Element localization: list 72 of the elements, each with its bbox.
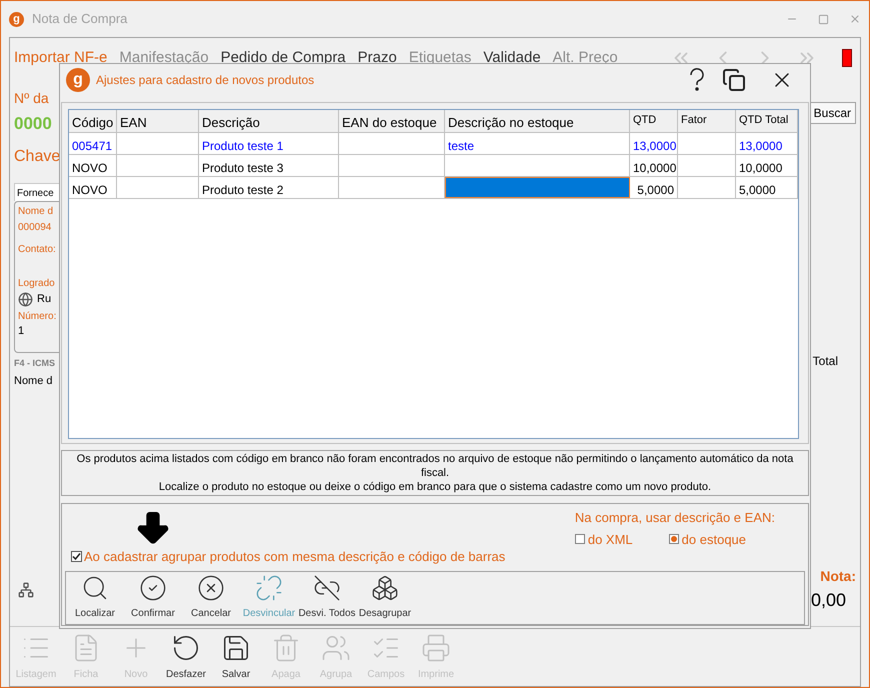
action-button[interactable]: Confirmar (124, 574, 182, 621)
check-icon (72, 552, 81, 562)
save-icon (221, 633, 251, 663)
column-header[interactable]: Código (69, 110, 117, 132)
table-cell: NOVO (69, 155, 117, 176)
table-cell: 5,0000 (736, 177, 798, 198)
toolbar-button[interactable]: Desfazer (162, 633, 210, 682)
toolbar-button[interactable]: Salvar (212, 633, 260, 682)
column-header[interactable]: QTD (630, 110, 678, 132)
total-value: 0,00 (810, 589, 846, 612)
option-label: Na compra, usar descrição e EAN: (574, 509, 775, 527)
section-title: F4 - ICMS (14, 356, 56, 370)
network-icon[interactable] (18, 582, 34, 598)
action-button[interactable]: Localizar (66, 574, 124, 621)
check-icon (139, 574, 167, 602)
table-cell: Produto teste 2 (199, 177, 339, 198)
action-button[interactable]: Desvi. Todos (298, 574, 356, 621)
info-message: Os produtos acima listados com código em branco não foram encontrados no arquivo de estoque não permitindo o lançamento automático da nota fiscal. Localize o produto no estoque ou deixe o código em branco para que o sistema cadastre como um novo produto. (76, 452, 794, 494)
status-indicator (842, 49, 852, 67)
column-header: Total (812, 353, 839, 370)
search-button[interactable]: Buscar (808, 102, 856, 124)
table-cell: 005471 (69, 133, 117, 154)
field-value: 1 (18, 324, 26, 336)
field-value: Ru (37, 293, 52, 305)
table-cell: 10,0000 (736, 155, 798, 176)
field-label: Número: (18, 310, 58, 322)
users-icon (321, 633, 351, 663)
column-header[interactable]: Descrição (199, 110, 339, 132)
field-label: Nº da (14, 89, 50, 108)
dialog-title: Ajustes para cadastro de novos produtos (96, 72, 314, 89)
table-cell: 13,0000 (630, 133, 678, 154)
table-cell: 13,0000 (736, 133, 798, 154)
field-label: Logrado (18, 278, 56, 290)
table-cell: NOVO (69, 177, 117, 198)
help-icon[interactable] (688, 68, 706, 92)
tab[interactable]: Fornece (14, 182, 60, 200)
invoice-number: 0000 (14, 113, 53, 135)
unlink-icon (313, 574, 341, 602)
undo-icon (171, 633, 201, 663)
table-cell: Produto teste 3 (199, 155, 339, 176)
column-header: Nome d (14, 374, 54, 389)
table-cell: 5,0000 (630, 177, 678, 198)
column-header[interactable]: EAN do estoque (339, 110, 445, 132)
search-icon (81, 574, 109, 602)
radio-indicator[interactable] (668, 534, 679, 544)
field-label: Contato: (18, 244, 57, 256)
restore-icon[interactable] (722, 68, 746, 92)
maximize-icon[interactable] (818, 14, 829, 24)
column-header[interactable]: Fator (678, 110, 736, 132)
column-header[interactable]: Descrição no estoque (445, 110, 630, 132)
window-title: Nota de Compra (32, 10, 128, 28)
field-value: 000094 (18, 222, 52, 234)
action-button[interactable]: Desagrupar (356, 574, 414, 621)
checkbox[interactable] (71, 551, 82, 562)
field-label: Nome d (18, 206, 54, 218)
column-header[interactable]: QTD Total (736, 110, 798, 132)
table-cell: 10,0000 (630, 155, 678, 176)
table-cell: teste (445, 133, 630, 154)
column-header[interactable]: EAN (117, 110, 199, 132)
unlink-icon (255, 574, 283, 602)
field-label: Chave (14, 146, 60, 166)
action-button[interactable]: Cancelar (182, 574, 240, 621)
total-label: Nota: (820, 567, 856, 586)
app-logo: g (66, 68, 90, 92)
globe-icon (18, 292, 33, 306)
app-logo: g (9, 12, 24, 26)
table-cell: Produto teste 1 (199, 133, 339, 154)
trash-icon (271, 633, 301, 663)
printer-icon (421, 633, 451, 663)
radio-indicator[interactable] (574, 534, 585, 544)
boxes-icon (371, 574, 399, 602)
cancel-icon (197, 574, 225, 602)
